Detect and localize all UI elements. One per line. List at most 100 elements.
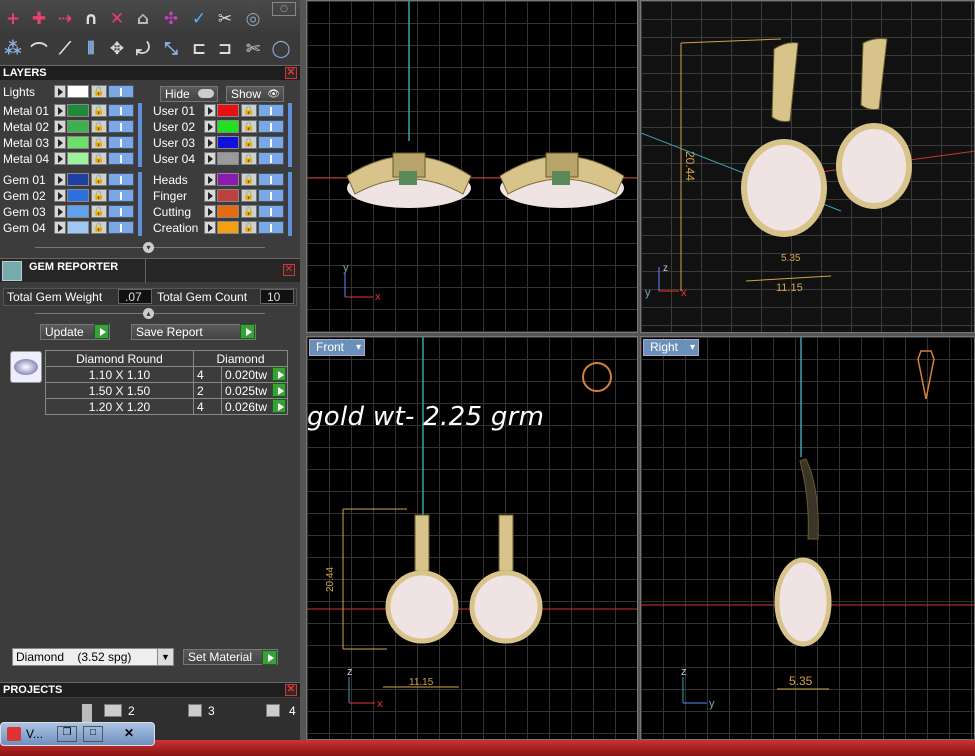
curve-edit-tool-icon[interactable]: ⌂ [132,8,154,30]
layer-color-swatch[interactable] [67,104,89,117]
project-nav-arrow[interactable] [188,704,202,717]
project-nav-arrow[interactable] [104,704,122,717]
layer-color-swatch[interactable] [67,173,89,186]
layer-arrow-button[interactable] [54,205,66,218]
layer-visibility-toggle[interactable] [258,104,284,117]
layer-row[interactable]: Metal 01 🔒 [0,103,140,119]
lights-swatch[interactable] [67,85,89,98]
save-report-button[interactable]: Save Report [131,324,256,340]
layer-visibility-toggle[interactable] [258,205,284,218]
layer-arrow-button[interactable] [54,173,66,186]
mirror-tool-icon[interactable]: ⫴ [80,38,102,60]
lock-icon[interactable]: 🔒 [91,120,107,133]
lock-icon[interactable]: 🔒 [91,152,107,165]
lock-icon[interactable]: 🔒 [91,205,107,218]
layer-row[interactable]: Metal 04 🔒 [0,151,140,167]
layer-visibility-toggle[interactable] [108,205,134,218]
collapse-icon[interactable]: ▾ [143,242,154,253]
lights-arrow-button[interactable] [54,85,66,98]
layer-color-swatch[interactable] [217,104,239,117]
taskbar-window[interactable]: V... ❐ □ ✕ [0,722,155,746]
lock-icon[interactable]: 🔒 [241,120,257,133]
layer-color-swatch[interactable] [67,221,89,234]
gem-table-row[interactable]: 1.50 X 1.50 2 0.025tw [45,382,288,399]
lock-icon[interactable]: 🔒 [91,173,107,186]
layer-color-swatch[interactable] [217,152,239,165]
layer-visibility-toggle[interactable] [258,152,284,165]
layer-row[interactable]: Gem 01 🔒 [0,172,140,188]
cut-tool-icon[interactable]: ✄ [242,38,264,60]
lock-icon[interactable]: 🔒 [91,136,107,149]
circle-tool-icon[interactable]: ◯ [270,38,292,60]
layer-visibility-toggle[interactable] [108,120,134,133]
layer-color-swatch[interactable] [67,120,89,133]
layer-arrow-button[interactable] [204,120,216,133]
lock-icon[interactable]: 🔒 [241,152,257,165]
front-viewport[interactable]: Front 20.44 11.15 z x [306,336,638,740]
layer-row[interactable]: Gem 04 🔒 [0,220,140,236]
layer-visibility-toggle[interactable] [108,104,134,117]
delete-point-tool-icon[interactable]: ✕ [106,8,128,30]
layer-row[interactable]: User 04 🔒 [150,151,290,167]
move-tool-icon[interactable]: ✥ [106,38,128,60]
sphere-tool-icon[interactable]: ◎ [242,8,264,30]
layer-row[interactable]: Heads 🔒 [150,172,290,188]
close-icon[interactable]: ✕ [116,726,142,742]
lock-icon[interactable]: 🔒 [241,221,257,234]
layer-arrow-button[interactable] [54,104,66,117]
lights-visibility-toggle[interactable] [108,85,134,98]
lock-icon[interactable]: 🔒 [241,173,257,186]
layer-visibility-toggle[interactable] [258,221,284,234]
layer-arrow-button[interactable] [204,221,216,234]
layer-color-swatch[interactable] [217,173,239,186]
add-node-tool-icon[interactable]: ✚ [28,8,50,30]
layer-row[interactable]: Gem 03 🔒 [0,204,140,220]
nodes-tool-icon[interactable]: ⁂ [2,38,24,60]
panel-toggle-icon[interactable]: ○ [272,2,296,16]
layer-color-swatch[interactable] [67,152,89,165]
layer-color-swatch[interactable] [67,189,89,202]
lock-icon[interactable]: 🔒 [241,104,257,117]
project-tab-2[interactable]: 2 [128,704,135,718]
layer-arrow-button[interactable] [54,136,66,149]
lock-icon[interactable]: 🔒 [91,221,107,234]
layer-color-swatch[interactable] [217,221,239,234]
maximize-icon[interactable]: □ [83,726,103,742]
rotate-tool-icon[interactable]: ⤾ [132,38,154,60]
bezier-tool-icon[interactable]: ⟋ [54,38,76,60]
layer-visibility-toggle[interactable] [258,136,284,149]
layer-row[interactable]: Finger 🔒 [150,188,290,204]
layer-color-swatch[interactable] [217,120,239,133]
project-tab-3[interactable]: 3 [208,704,215,718]
layer-row[interactable]: Cutting 🔒 [150,204,290,220]
gem-row-go-icon[interactable] [272,383,286,397]
layer-visibility-toggle[interactable] [108,189,134,202]
save-report-go-icon[interactable] [240,324,255,339]
layer-visibility-toggle[interactable] [108,221,134,234]
lock-icon[interactable]: 🔒 [241,189,257,202]
check-tool-icon[interactable]: ✓ [188,8,210,30]
scale-tool-icon[interactable]: ⤡ [160,38,182,60]
layer-arrow-button[interactable] [204,136,216,149]
gem-row-go-icon[interactable] [272,399,286,413]
projects-close-icon[interactable]: ✕ [285,684,297,696]
layer-color-swatch[interactable] [67,205,89,218]
layer-color-swatch[interactable] [217,189,239,202]
layer-row[interactable]: Creation 🔒 [150,220,290,236]
insert-point-tool-icon[interactable]: ⇢ [54,8,76,30]
join-tool-icon[interactable]: ⊏ [188,38,210,60]
split-tool-icon[interactable]: ⊐ [214,38,236,60]
layer-color-swatch[interactable] [217,205,239,218]
arc-curve-tool-icon[interactable]: ⌒ [28,38,50,62]
layer-arrow-button[interactable] [54,152,66,165]
layer-row[interactable]: User 02 🔒 [150,119,290,135]
layer-color-swatch[interactable] [67,136,89,149]
layer-arrow-button[interactable] [54,221,66,234]
layer-row[interactable]: Metal 03 🔒 [0,135,140,151]
lock-icon[interactable]: 🔒 [241,136,257,149]
layer-row[interactable]: User 01 🔒 [150,103,290,119]
gem-table-row[interactable]: 1.20 X 1.20 4 0.026tw [45,398,288,415]
trim-tool-icon[interactable]: ✂ [214,8,236,30]
hide-button[interactable]: Hide [160,86,218,102]
layer-visibility-toggle[interactable] [258,173,284,186]
